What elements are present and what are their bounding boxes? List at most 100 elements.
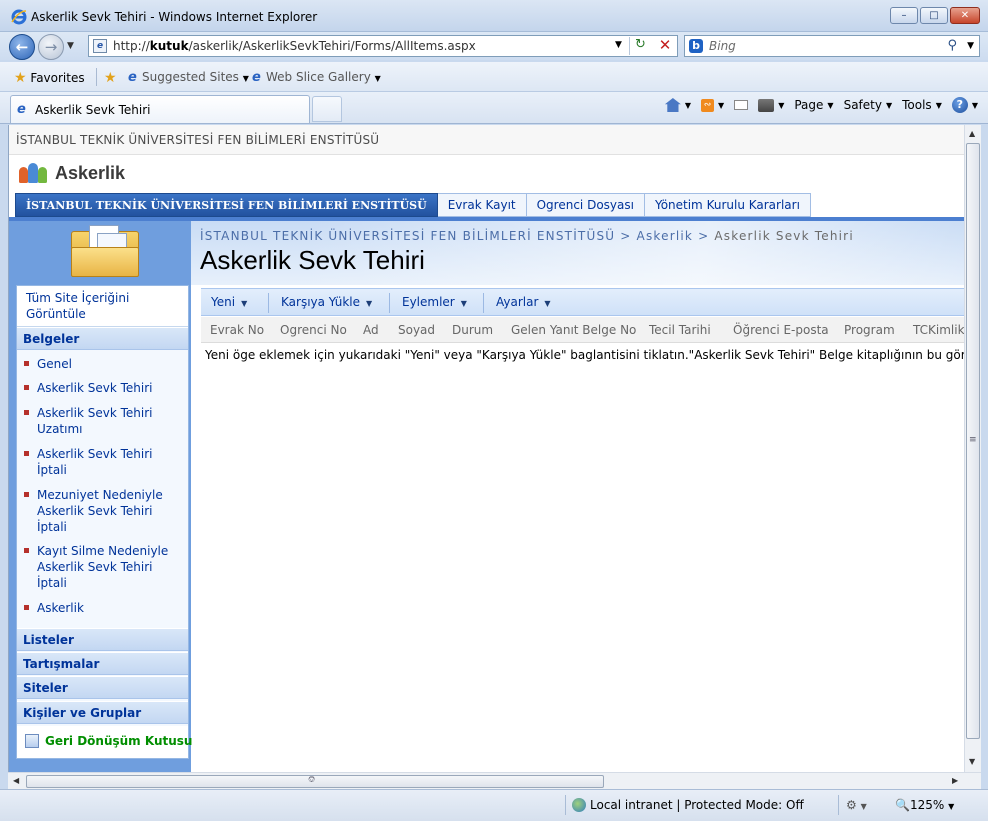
home-button[interactable]: ▼: [664, 98, 691, 112]
scroll-down-icon[interactable]: ▼: [969, 757, 975, 766]
nav-tab-yonetim-kurulu[interactable]: Yönetim Kurulu Kararları: [644, 193, 811, 217]
column-header[interactable]: Durum: [452, 323, 493, 337]
quick-launch-heading-people-groups[interactable]: Kişiler ve Gruplar: [17, 701, 188, 724]
site-name[interactable]: Askerlik: [55, 163, 125, 184]
close-button[interactable]: ✕: [950, 7, 980, 24]
search-icon[interactable]: ⚲: [947, 38, 957, 53]
home-icon: [664, 98, 681, 112]
actions-menu[interactable]: Eylemler ▼: [402, 295, 467, 309]
chevron-down-icon: ▼: [460, 299, 467, 308]
column-header[interactable]: Öğrenci E-posta: [733, 323, 829, 337]
column-header[interactable]: Soyad: [398, 323, 435, 337]
page-menu[interactable]: Page ▼: [794, 98, 833, 112]
feeds-button[interactable]: ∾ ▼: [701, 98, 724, 112]
search-options-dropdown-icon[interactable]: ▼: [967, 41, 974, 51]
view-all-site-content-link[interactable]: Tüm Site İçeriğini Görüntüle: [17, 286, 188, 327]
recent-pages-dropdown[interactable]: ▼: [67, 41, 74, 51]
address-bar[interactable]: e http://kutuk/askerlik/AskerlikSevkTehi…: [88, 35, 678, 57]
bullet-icon: [24, 492, 29, 497]
quick-launch-item[interactable]: Kayıt Silme Nedeniyle Askerlik Sevk Tehi…: [24, 543, 184, 591]
search-box[interactable]: b Bing ⚲ ▼: [684, 35, 980, 57]
new-menu[interactable]: Yeni ▼: [211, 295, 247, 309]
quick-launch-item[interactable]: Askerlik Sevk Tehiri: [24, 380, 184, 396]
bing-icon: b: [689, 39, 703, 53]
printer-icon: [758, 98, 775, 112]
global-breadcrumb-bar: İSTANBUL TEKNİK ÜNİVERSİTESİ FEN BİLİMLE…: [9, 125, 964, 155]
add-favorite-button[interactable]: ★: [104, 70, 117, 86]
quick-launch-item[interactable]: Askerlik Sevk Tehiri Uzatımı: [24, 405, 184, 437]
print-button[interactable]: ▼: [758, 98, 784, 112]
breadcrumb-root[interactable]: İSTANBUL TEKNİK ÜNİVERSİTESİ FEN BİLİMLE…: [200, 229, 615, 243]
forward-button[interactable]: →: [38, 34, 64, 60]
chevron-down-icon: ▼: [241, 299, 248, 308]
tab-askerlik-sevk-tehiri[interactable]: e Askerlik Sevk Tehiri: [10, 95, 310, 123]
refresh-icon[interactable]: ↻: [629, 37, 651, 55]
zoom-icon: 🔍: [895, 798, 910, 812]
column-header[interactable]: Evrak No: [210, 323, 264, 337]
column-header[interactable]: Program: [844, 323, 895, 337]
protected-mode-icon[interactable]: ⚙ ▼: [846, 798, 867, 812]
list-column-headers: Evrak No Ogrenci No Ad Soyad Durum Gelen…: [201, 317, 964, 343]
read-mail-button[interactable]: [734, 100, 749, 110]
maximize-button[interactable]: □: [920, 7, 948, 24]
scroll-up-icon[interactable]: ▲: [969, 129, 975, 138]
tab-label: Askerlik Sevk Tehiri: [35, 103, 151, 117]
suggested-sites-button[interactable]: e Suggested Sites ▼: [128, 70, 249, 85]
page-icon: e: [93, 39, 107, 53]
nav-tab-ogrenci-dosyasi[interactable]: Ogrenci Dosyası: [526, 193, 645, 217]
minimize-button[interactable]: –: [890, 7, 918, 24]
toolbar-divider: [96, 68, 97, 86]
new-tab-button[interactable]: [312, 96, 342, 122]
column-header[interactable]: TCKimlik: [913, 323, 964, 337]
favorites-button[interactable]: ★ Favorites: [14, 70, 85, 86]
scroll-left-icon[interactable]: ◀: [13, 776, 19, 785]
people-icon: [19, 161, 47, 185]
bullet-icon: [24, 385, 29, 390]
quick-launch-item[interactable]: Askerlik: [24, 600, 184, 616]
settings-menu[interactable]: Ayarlar ▼: [496, 295, 551, 309]
quick-launch: Tüm Site İçeriğini Görüntüle Belgeler Ge…: [16, 285, 192, 759]
zoom-control[interactable]: 🔍125% ▼: [895, 798, 954, 812]
stop-icon[interactable]: ✕: [655, 36, 675, 54]
breadcrumb-site[interactable]: Askerlik: [637, 229, 694, 243]
horizontal-scrollbar[interactable]: ◀ ⎊ ▶: [8, 772, 981, 789]
column-header[interactable]: Gelen Yanıt Belge No: [511, 323, 636, 337]
nav-tab-home[interactable]: İSTANBUL TEKNİK ÜNİVERSİTESİ FEN BİLİMLE…: [15, 193, 438, 217]
search-input[interactable]: Bing: [709, 39, 736, 53]
recycle-bin-link[interactable]: Geri Dönüşüm Kutusu: [17, 726, 192, 758]
quick-launch-heading-sites[interactable]: Siteler: [17, 676, 188, 699]
security-zone[interactable]: Local intranet | Protected Mode: Off: [572, 798, 804, 812]
nav-tab-evrak-kayit[interactable]: Evrak Kayıt: [437, 193, 527, 217]
safety-menu[interactable]: Safety ▼: [844, 98, 893, 112]
address-url[interactable]: http://kutuk/askerlik/AskerlikSevkTehiri…: [113, 39, 476, 53]
quick-launch-item[interactable]: Mezuniyet Nedeniyle Askerlik Sevk Tehiri…: [24, 487, 184, 535]
web-slice-gallery-button[interactable]: e Web Slice Gallery ▼: [252, 70, 381, 85]
back-button[interactable]: ←: [9, 34, 35, 60]
address-dropdown-icon[interactable]: ▼: [615, 40, 622, 50]
toolbar-divider: [268, 293, 269, 313]
breadcrumb: İSTANBUL TEKNİK ÜNİVERSİTESİ FEN BİLİMLE…: [200, 229, 854, 243]
quick-launch-heading-documents[interactable]: Belgeler: [17, 327, 188, 350]
quick-launch-heading-lists[interactable]: Listeler: [17, 628, 188, 651]
tools-menu[interactable]: Tools ▼: [902, 98, 942, 112]
tab-row: e Askerlik Sevk Tehiri ▼ ∾ ▼ ▼ Page ▼ Safe…: [0, 92, 988, 124]
status-divider: [838, 795, 839, 815]
quick-launch-item[interactable]: Genel: [24, 356, 184, 372]
top-site-link[interactable]: İSTANBUL TEKNİK ÜNİVERSİTESİ FEN BİLİMLE…: [16, 133, 379, 147]
ie-page-icon: e: [252, 70, 261, 85]
upload-menu[interactable]: Karşıya Yükle ▼: [281, 295, 372, 309]
vertical-scrollbar[interactable]: ▲ ≡ ▼: [964, 125, 981, 772]
scroll-right-icon[interactable]: ▶: [952, 776, 958, 785]
help-button[interactable]: ? ▼: [951, 97, 978, 113]
ie-page-icon: e: [128, 70, 137, 85]
column-header[interactable]: Ad: [363, 323, 379, 337]
scroll-grip-icon: ≡: [969, 435, 977, 445]
add-favorite-icon: ★: [104, 70, 117, 86]
quick-launch-heading-discussions[interactable]: Tartışmalar: [17, 652, 188, 675]
chevron-down-icon: ▼: [544, 299, 551, 308]
page-viewport: İSTANBUL TEKNİK ÜNİVERSİTESİ FEN BİLİMLE…: [8, 125, 964, 772]
quick-launch-item[interactable]: Askerlik Sevk Tehiri İptali: [24, 446, 184, 478]
column-header[interactable]: Tecil Tarihi: [649, 323, 711, 337]
star-icon: ★: [14, 70, 27, 86]
column-header[interactable]: Ogrenci No: [280, 323, 347, 337]
